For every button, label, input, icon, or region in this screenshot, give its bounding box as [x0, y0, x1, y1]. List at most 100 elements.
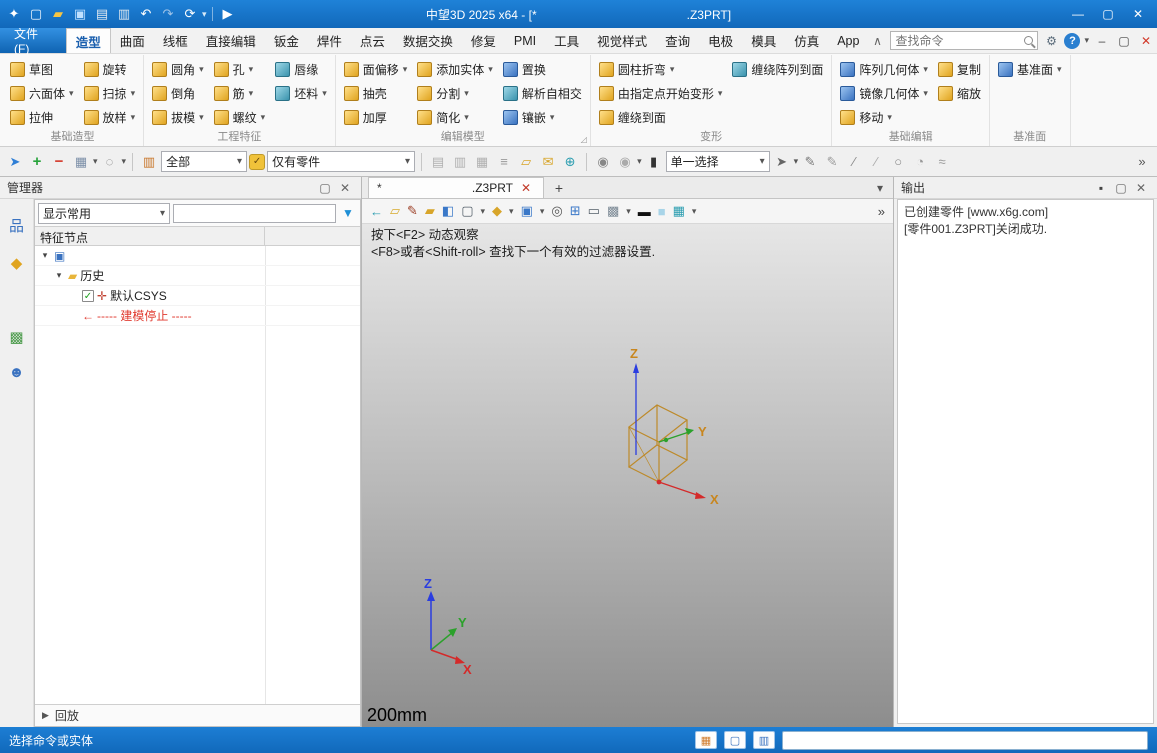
select-cursor-icon[interactable]: ➤ [5, 152, 25, 172]
ribbon-tab[interactable]: 电极 [699, 28, 742, 53]
output-dock-icon[interactable]: ▢ [1112, 179, 1130, 197]
tab-list-icon[interactable]: ▾ [871, 179, 889, 197]
frame-icon[interactable]: ⊞ [570, 203, 581, 219]
target-dropdown[interactable] [637, 156, 642, 167]
lasso-dropdown[interactable] [122, 156, 127, 167]
web-icon[interactable]: ⊕ [560, 152, 580, 172]
more-view-tools-icon[interactable]: » [878, 204, 885, 219]
doc-minimize-icon[interactable]: – [1093, 32, 1111, 50]
layers-icon-dropdown[interactable] [626, 206, 631, 217]
feature-node-column-header[interactable]: 特征节点 [35, 227, 265, 245]
plane-display-icon-dropdown[interactable] [540, 206, 545, 217]
replay-section[interactable]: ▶ 回放 [35, 704, 360, 726]
grid-toggle-icon[interactable]: ▦ [695, 731, 717, 749]
ribbon-tab[interactable]: 曲面 [111, 28, 154, 53]
draw-icon-1[interactable]: ✎ [800, 152, 820, 172]
remove-from-selection-icon[interactable]: − [49, 152, 69, 172]
ribbon-tab[interactable]: 焊件 [308, 28, 351, 53]
circle-icon-2[interactable]: ◔ [910, 152, 930, 172]
app-logo-icon[interactable]: ✦ [4, 4, 24, 24]
output-menu-icon[interactable]: ▪ [1092, 179, 1110, 197]
help-dropdown-arrow[interactable] [1084, 35, 1089, 46]
maximize-button[interactable]: ▢ [1093, 3, 1123, 25]
wireframe-model[interactable] [629, 405, 687, 482]
open-folder-icon[interactable]: ▰ [48, 4, 68, 24]
ribbon-item[interactable]: 草图 [7, 57, 77, 81]
ribbon-item[interactable]: 添加实体 [414, 57, 496, 81]
background-icon[interactable]: ■ [658, 204, 666, 219]
circle-icon-1[interactable]: ○ [888, 152, 908, 172]
lasso-select-icon[interactable]: ◌ [100, 152, 120, 172]
ribbon-item[interactable]: 简化 [414, 105, 496, 129]
command-input[interactable] [782, 731, 1148, 750]
ribbon-item[interactable]: 面偏移 [341, 57, 411, 81]
ribbon-tab[interactable]: 造型 [66, 28, 111, 53]
ribbon-item[interactable]: 扫掠 [81, 81, 139, 105]
ribbon-item[interactable]: 筋 [211, 81, 269, 105]
ribbon-tab[interactable]: 线框 [154, 28, 197, 53]
ribbon-tab[interactable]: 钣金 [265, 28, 308, 53]
ribbon-item[interactable]: 基准面 [995, 57, 1065, 81]
visual-manager-tab[interactable]: ▩ [9, 328, 23, 346]
print-icon[interactable]: ▤ [92, 4, 112, 24]
table-toggle-icon[interactable]: ▥ [753, 731, 775, 749]
ribbon-item[interactable]: 旋转 [81, 57, 139, 81]
polyhedron-icon[interactable]: ◆ [492, 203, 502, 219]
tree-row[interactable]: ▾▣ [35, 246, 360, 266]
collapse-ribbon-icon[interactable]: ∧ [868, 32, 886, 50]
tree-row[interactable]: ▾▰历史 [35, 266, 360, 286]
refresh-icon[interactable]: ⟳ [180, 4, 200, 24]
pick-from-list-dropdown[interactable] [93, 156, 98, 167]
ribbon-item[interactable]: 解析自相交 [500, 81, 585, 105]
ribbon-item[interactable]: 分割 [414, 81, 496, 105]
doc-close-icon[interactable]: ✕ [1137, 32, 1155, 50]
ribbon-item[interactable]: 螺纹 [211, 105, 269, 129]
ribbon-item-dropdown[interactable] [718, 88, 723, 99]
search-icon[interactable] [1024, 36, 1033, 45]
tab-close-icon[interactable]: ✕ [517, 179, 535, 197]
ribbon-item-dropdown[interactable] [199, 112, 204, 123]
ribbon-item[interactable]: 由指定点开始变形 [596, 81, 726, 105]
close-button[interactable]: ✕ [1123, 3, 1153, 25]
target-icon[interactable]: ◎ [551, 203, 562, 219]
search-input[interactable] [895, 34, 1024, 48]
spline-icon[interactable]: ≈ [932, 152, 952, 172]
undo-icon[interactable]: ↶ [136, 4, 156, 24]
ribbon-item-dropdown[interactable] [131, 112, 136, 123]
display-filter-combobox[interactable]: 显示常用 [38, 203, 170, 224]
ribbon-item[interactable]: 圆角 [149, 57, 207, 81]
sketch-pencil-icon[interactable]: ✎ [407, 203, 418, 219]
wireframe-cube-icon[interactable]: ▢ [461, 203, 473, 219]
settings-gear-icon[interactable]: ⚙ [1042, 32, 1060, 50]
viewport-3d[interactable]: 按下<F2> 动态观察 <F8>或者<Shift-roll> 查找下一个有效的过… [362, 224, 893, 727]
ribbon-item[interactable]: 缩放 [935, 81, 984, 105]
ribbon-tab[interactable]: 点云 [351, 28, 394, 53]
back-icon[interactable]: ← [370, 204, 383, 219]
ribbon-item[interactable]: 放样 [81, 105, 139, 129]
line-icon-1[interactable]: ∕ [844, 152, 864, 172]
filter-funnel-icon[interactable]: ▼ [339, 204, 357, 222]
ribbon-item[interactable]: 缠绕到面 [596, 105, 726, 129]
replay-expand-icon[interactable]: ▶ [42, 710, 49, 721]
play-icon[interactable]: ▶ [218, 4, 238, 24]
output-close-icon[interactable]: ✕ [1132, 179, 1150, 197]
command-search-box[interactable] [890, 31, 1038, 50]
scope-filter-combobox[interactable]: 仅有零件 [267, 151, 415, 172]
ribbon-item[interactable]: 拔模 [149, 105, 207, 129]
section-bar-icon[interactable]: ▮ [644, 152, 664, 172]
ribbon-tab[interactable]: 模具 [742, 28, 785, 53]
ribbon-item-dropdown[interactable] [887, 112, 892, 123]
ribbon-item-dropdown[interactable] [249, 64, 254, 75]
render-stack-icon-dropdown[interactable] [692, 206, 697, 217]
tree-row[interactable]: ←----- 建模停止 ----- [35, 306, 360, 326]
dialog-launcher-icon[interactable]: ◿ [581, 135, 587, 144]
ribbon-tab[interactable]: 数据交换 [394, 28, 462, 53]
ribbon-item[interactable]: 缠绕阵列到面 [729, 57, 826, 81]
tree-caret-icon[interactable]: ▾ [53, 270, 65, 281]
line-icon-2[interactable]: ∕ [866, 152, 886, 172]
ribbon-tab[interactable]: 直接编辑 [197, 28, 265, 53]
manager-tree-tab[interactable]: 品 [9, 215, 24, 236]
ribbon-item-dropdown[interactable] [403, 64, 408, 75]
ribbon-item-dropdown[interactable] [1057, 64, 1062, 75]
entity-filter-combobox[interactable]: 全部 [161, 151, 247, 172]
